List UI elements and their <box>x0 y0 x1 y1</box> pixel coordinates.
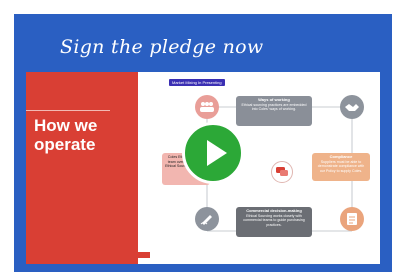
pen-signature-icon <box>195 207 219 231</box>
compliance-box: Compliance Suppliers must be able to dem… <box>312 153 370 181</box>
page-title: Sign the pledge now <box>60 36 264 58</box>
commercial-decision-box: Commercial decision-making Ethical Sourc… <box>236 207 312 237</box>
checklist-icon <box>340 207 364 231</box>
box-text: Ethical Sourcing works closely with comm… <box>243 213 305 227</box>
chat-icon <box>271 161 293 183</box>
slide-sidebar: How we operate <box>26 72 138 264</box>
process-diagram: Ways of working Ethical sourcing practic… <box>138 72 380 264</box>
ways-of-working-box: Ways of working Ethical sourcing practic… <box>236 96 312 126</box>
box-text: Ethical sourcing practices are embedded … <box>241 102 307 112</box>
handshake-icon <box>340 95 364 119</box>
bottom-strip-accent <box>38 252 150 258</box>
video-thumbnail[interactable]: Sign the pledge now How we operate Marke… <box>14 14 392 272</box>
play-button[interactable] <box>182 122 244 184</box>
video-card: Sign the pledge now How we operate Marke… <box>0 0 405 274</box>
play-icon <box>207 140 227 166</box>
slide-heading: How we operate <box>34 116 98 154</box>
box-text: Suppliers must be able to demonstrate co… <box>317 159 365 173</box>
divider <box>26 110 110 111</box>
people-icon <box>195 95 219 119</box>
